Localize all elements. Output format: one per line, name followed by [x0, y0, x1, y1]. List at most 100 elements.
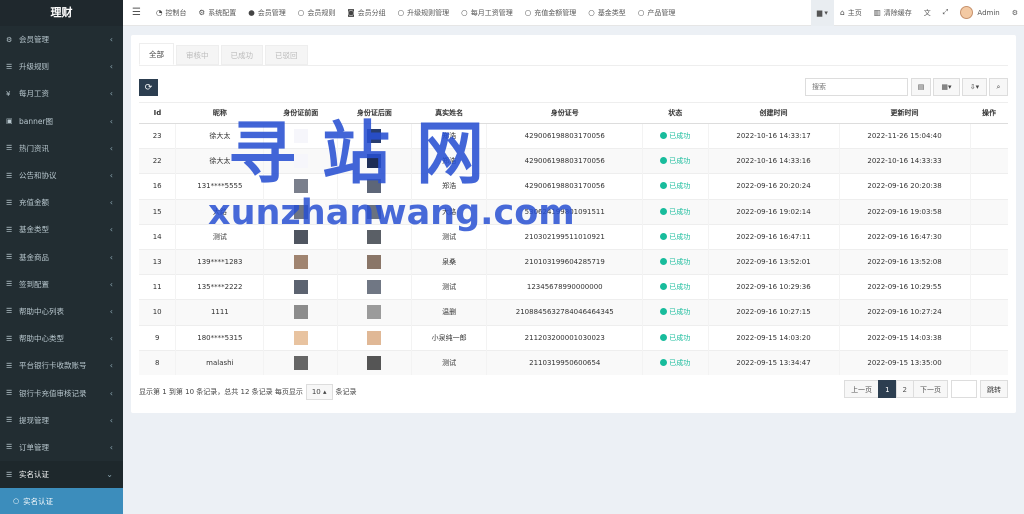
- tab-1[interactable]: 审核中: [176, 45, 219, 65]
- sidebar-item[interactable]: ☰ 平台银行卡收款账号 ‹: [0, 352, 123, 379]
- column-header[interactable]: 状态: [642, 102, 709, 124]
- next-page-button[interactable]: 下一页: [913, 380, 948, 398]
- sidebar-item[interactable]: ☰ 帮助中心类型 ‹: [0, 325, 123, 352]
- translate-button[interactable]: 文: [918, 0, 937, 26]
- column-header[interactable]: Id: [139, 102, 176, 124]
- sidebar: 理财 ⚙ 会员管理 ‹ ☰ 升级规则 ‹ ¥ 每月工资 ‹ ▣ banner图 ‹ ☰ 热门资讯 ‹ ☰ 公告和…: [0, 0, 123, 514]
- cell-id: 8: [139, 349, 176, 376]
- sidebar-item[interactable]: ☰ 热门资讯 ‹: [0, 135, 123, 162]
- status-badge: 已成功: [660, 208, 690, 216]
- toggle-view-button[interactable]: ▤: [911, 78, 931, 96]
- sidebar-item[interactable]: ☰ 公告和协议 ‹: [0, 162, 123, 189]
- search-input[interactable]: [805, 78, 908, 96]
- id-card-front-image[interactable]: [293, 330, 308, 345]
- pagination-info: 显示第 1 到第 10 条记录，总共 12 条记录 每页显示 10 ▴ 条记录: [139, 384, 357, 400]
- home-icon: ⌂: [839, 8, 845, 17]
- user-icon: ●: [248, 8, 255, 17]
- fullscreen-button[interactable]: ⤢: [937, 0, 955, 26]
- page-jump-input[interactable]: [951, 380, 977, 398]
- tab-0[interactable]: 全部: [139, 43, 174, 65]
- sidebar-item[interactable]: ☰ 升级规则 ‹: [0, 53, 123, 80]
- id-card-back-image[interactable]: [367, 280, 382, 295]
- menu-grid-button[interactable]: ▆ ▾: [810, 0, 834, 26]
- grid-icon: ▆ ▾: [816, 8, 828, 17]
- topbar-menu-item[interactable]: ⚙ 系统配置: [193, 0, 243, 26]
- app-logo[interactable]: 理财: [0, 0, 123, 26]
- id-card-back-image[interactable]: [367, 356, 382, 371]
- sidebar-item[interactable]: ☰ 订单管理 ‹: [0, 434, 123, 461]
- tab-2[interactable]: 已成功: [220, 45, 263, 65]
- cell-updated: 2022-09-15 14:03:38: [838, 324, 971, 351]
- sidebar-toggle-icon[interactable]: ☰: [123, 0, 150, 26]
- status-badge: 已成功: [660, 182, 690, 190]
- topbar-menu-item[interactable]: ○ 升级规则管理: [392, 0, 456, 26]
- sidebar-item[interactable]: ☰ 提现管理 ‹: [0, 407, 123, 434]
- cell-status: 已成功: [642, 148, 709, 174]
- chevron-left-icon: ‹: [109, 415, 113, 425]
- id-card-front-image[interactable]: [293, 356, 308, 371]
- prev-page-button[interactable]: 上一页: [844, 380, 880, 398]
- topbar-menu-item[interactable]: ◙ 会员分组: [341, 0, 391, 26]
- columns-button[interactable]: ▦▾: [933, 78, 960, 96]
- clear-cache-button[interactable]: ▥ 清除缓存: [868, 0, 918, 26]
- sidebar-item[interactable]: ⚙ 会员管理 ‹: [0, 26, 123, 53]
- users-icon: ◙: [347, 8, 355, 17]
- table-row: 13 139****1283 泉桑 210103199604285719 已成功 2022…: [139, 248, 1008, 275]
- topbar-menu-item[interactable]: ● 会员管理: [242, 0, 292, 26]
- topbar-menu-item[interactable]: ○ 每月工资管理: [455, 0, 519, 26]
- page-button-1[interactable]: 1: [878, 380, 897, 398]
- column-header[interactable]: 身份证号: [486, 102, 643, 124]
- tab-3[interactable]: 已驳回: [265, 45, 308, 65]
- user-menu[interactable]: Admin: [954, 0, 1005, 26]
- home-link[interactable]: ⌂ 主页: [834, 0, 868, 26]
- sidebar-item[interactable]: ☰ 基金商品 ‹: [0, 244, 123, 271]
- topbar-menu-item[interactable]: ○ 会员规则: [292, 0, 342, 26]
- sidebar-item[interactable]: ☰ 帮助中心列表 ‹: [0, 298, 123, 325]
- page-button-2[interactable]: 2: [895, 380, 914, 398]
- topbar-menu-item[interactable]: ○ 基金类型: [582, 0, 632, 26]
- page-jump-button[interactable]: 跳转: [980, 380, 1008, 398]
- cell-idno: 211031995060​0654: [486, 349, 643, 376]
- column-header[interactable]: 创建时间: [708, 102, 840, 124]
- chevron-left-icon: ‹: [109, 334, 113, 344]
- cell-status: 已成功: [642, 324, 709, 351]
- cell-id-front: [263, 248, 338, 275]
- circle-icon: ○: [524, 8, 532, 17]
- page-size-select[interactable]: 10 ▴: [305, 384, 333, 400]
- cell-id-back: [337, 324, 412, 351]
- id-card-front-image[interactable]: [293, 255, 308, 270]
- cell-updated: 2022-09-16 20:20:38: [838, 173, 971, 200]
- export-button[interactable]: ⇩▾: [962, 78, 987, 96]
- cell-status: 已成功: [642, 349, 709, 376]
- cell-id-back: [337, 248, 412, 275]
- cell-id: 9: [139, 324, 176, 351]
- sidebar-item[interactable]: ☰ 基金类型 ‹: [0, 216, 123, 243]
- id-card-back-image[interactable]: [367, 305, 382, 320]
- topbar-menu-item[interactable]: ○ 充值金额管理: [519, 0, 583, 26]
- settings-button[interactable]: ⚙: [1006, 0, 1024, 26]
- sidebar-item[interactable]: ☰ 银行卡充值审核记录 ‹: [0, 379, 123, 406]
- topbar-menu-item[interactable]: ◔ 控制台: [150, 0, 193, 26]
- sidebar-item[interactable]: ☰ 充值金额 ‹: [0, 189, 123, 216]
- chevron-left-icon: ‹: [109, 89, 113, 99]
- cell-actions: [969, 198, 1008, 225]
- cell-status: 已成功: [642, 274, 709, 300]
- search-button[interactable]: ⌕: [989, 78, 1008, 96]
- id-card-back-image[interactable]: [367, 330, 382, 345]
- sidebar-item[interactable]: ☰ 签到配置 ‹: [0, 271, 123, 298]
- column-header[interactable]: 操作: [970, 102, 1008, 124]
- topbar-menu-item[interactable]: ○ 产品管理: [632, 0, 682, 26]
- sidebar-item[interactable]: ▣ banner图 ‹: [0, 108, 123, 135]
- watermark-text: 寻站网: [228, 115, 511, 194]
- id-card-front-image[interactable]: [293, 280, 308, 295]
- sidebar-item[interactable]: ☰ 实名认证 ⌄: [0, 461, 123, 489]
- cell-updated: 2022-09-16 10:29:55: [838, 274, 971, 300]
- column-header[interactable]: 更新时间: [839, 102, 971, 124]
- refresh-button[interactable]: ⟳: [139, 79, 158, 96]
- id-card-back-image[interactable]: [367, 255, 382, 270]
- sidebar-subitem-active[interactable]: ○ 实名认证: [0, 488, 123, 514]
- sidebar-item[interactable]: ¥ 每月工资 ‹: [0, 80, 123, 107]
- cell-id: 22: [139, 148, 176, 174]
- id-card-front-image[interactable]: [293, 305, 308, 320]
- cell-status: 已成功: [642, 122, 709, 149]
